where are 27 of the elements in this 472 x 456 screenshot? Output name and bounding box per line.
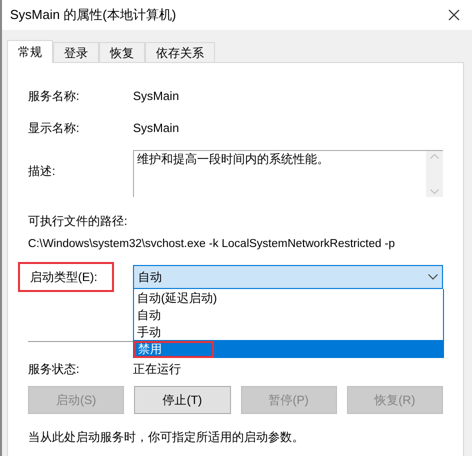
close-icon[interactable] — [448, 9, 460, 21]
scroll-bar[interactable] — [426, 151, 443, 197]
tab[interactable]: 登录 — [53, 42, 99, 62]
path-label: 可执行文件的路径: — [28, 213, 128, 230]
field-label: 显示名称: — [28, 120, 80, 137]
description-text: 维护和提高一段时间内的系统性能。 — [136, 151, 330, 168]
chevron-down-icon — [428, 274, 438, 280]
tab[interactable]: 恢复 — [99, 42, 145, 62]
tab[interactable]: 常规 — [7, 40, 53, 63]
field-value: SysMain — [133, 88, 180, 105]
dropdown-option[interactable]: 手动 — [134, 323, 443, 340]
field-label: 描述: — [28, 163, 56, 180]
tab[interactable]: 依存关系 — [145, 42, 215, 62]
field-label: 服务名称: — [28, 88, 80, 105]
window-title: SysMain 的属性(本地计算机) — [10, 6, 176, 24]
dropdown-option[interactable]: 禁用 — [134, 340, 443, 358]
description-box[interactable]: 维护和提高一段时间内的系统性能。 — [132, 150, 443, 197]
path-value: C:\Windows\system32\svchost.exe -k LocalSystemNetworkRestricted -p — [28, 237, 396, 252]
startup-type-dropdown[interactable]: 自动 — [132, 265, 443, 290]
field-value: SysMain — [133, 120, 180, 137]
field-value: 正在运行 — [133, 361, 181, 378]
field-label: 启动类型(E): — [18, 262, 114, 292]
dropdown-option[interactable]: 自动 — [134, 306, 443, 324]
field-label: 服务状态: — [28, 361, 80, 378]
dropdown-option[interactable]: 自动(延迟启动) — [134, 289, 443, 306]
hint-text: 当从此处启动服务时，你可指定所适用的启动参数。 — [28, 429, 305, 446]
service-button[interactable]: 停止(T) — [134, 386, 230, 414]
